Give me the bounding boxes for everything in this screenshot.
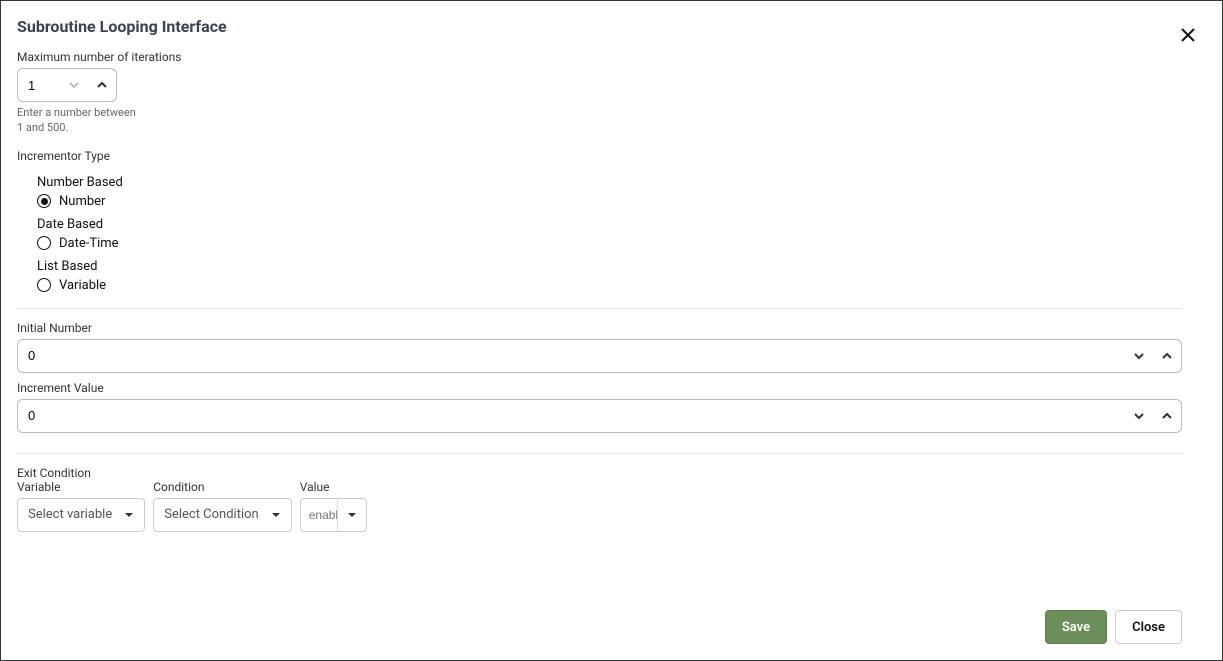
- increment-value-field: Increment Value: [17, 381, 1182, 433]
- modal-footer: Save Close: [17, 598, 1182, 644]
- max-iterations-input[interactable]: [18, 69, 60, 101]
- exit-value-label: Value: [300, 480, 367, 494]
- group-heading-number-based: Number Based: [37, 175, 1182, 190]
- radio-dot-icon: [37, 236, 51, 250]
- radio-dot-icon: [37, 194, 51, 208]
- radio-datetime-label: Date-Time: [59, 236, 119, 251]
- close-icon[interactable]: [1176, 23, 1200, 47]
- chevron-down-icon[interactable]: [1125, 400, 1153, 432]
- group-heading-list-based: List Based: [37, 259, 1182, 274]
- exit-condition-select[interactable]: Select Condition: [153, 498, 292, 532]
- subroutine-looping-modal: Subroutine Looping Interface Maximum num…: [0, 0, 1223, 661]
- radio-variable[interactable]: Variable: [37, 278, 1182, 293]
- section-divider: [17, 308, 1182, 309]
- exit-variable-placeholder: Select variable: [28, 507, 112, 522]
- increment-value-input[interactable]: [18, 400, 1125, 432]
- radio-number-label: Number: [59, 194, 105, 209]
- caret-down-icon: [271, 510, 281, 520]
- radio-number[interactable]: Number: [37, 194, 1182, 209]
- exit-value-input[interactable]: [301, 508, 337, 522]
- exit-variable-field: Variable Select variable: [17, 480, 145, 532]
- exit-condition-label: Exit Condition: [17, 466, 1182, 480]
- incrementor-type-label: Incrementor Type: [17, 149, 1182, 163]
- chevron-up-icon[interactable]: [1153, 400, 1181, 432]
- exit-value-field: Value: [300, 480, 367, 532]
- save-button[interactable]: Save: [1045, 610, 1107, 644]
- caret-down-icon: [347, 510, 357, 520]
- max-iterations-field: Maximum number of iterations Enter a num…: [17, 50, 1182, 136]
- chevron-down-icon[interactable]: [60, 69, 88, 101]
- initial-number-label: Initial Number: [17, 321, 1182, 335]
- section-divider: [17, 453, 1182, 454]
- increment-value-spinner: [17, 399, 1182, 433]
- chevron-up-icon[interactable]: [88, 69, 116, 101]
- max-iterations-spinner: [17, 68, 117, 102]
- max-iterations-helper: Enter a number between 1 and 500.: [17, 106, 137, 136]
- radio-dot-icon: [37, 278, 51, 292]
- exit-value-dropdown[interactable]: [338, 510, 366, 520]
- exit-variable-label: Variable: [17, 480, 145, 494]
- exit-condition-field: Condition Select Condition: [153, 480, 292, 532]
- exit-condition-sublabel: Condition: [153, 480, 292, 494]
- initial-number-spinner: [17, 339, 1182, 373]
- incrementor-type-group: Number Based Number Date Based Date-Time…: [17, 167, 1182, 296]
- exit-value-combo: [300, 498, 367, 532]
- chevron-down-icon[interactable]: [1125, 340, 1153, 372]
- increment-value-label: Increment Value: [17, 381, 1182, 395]
- initial-number-input[interactable]: [18, 340, 1125, 372]
- max-iterations-label: Maximum number of iterations: [17, 50, 1182, 64]
- initial-number-field: Initial Number: [17, 321, 1182, 373]
- exit-condition-placeholder: Select Condition: [164, 507, 259, 522]
- chevron-up-icon[interactable]: [1153, 340, 1181, 372]
- modal-title: Subroutine Looping Interface: [17, 17, 1182, 36]
- radio-datetime[interactable]: Date-Time: [37, 236, 1182, 251]
- close-button[interactable]: Close: [1115, 610, 1182, 644]
- exit-variable-select[interactable]: Select variable: [17, 498, 145, 532]
- exit-condition-row: Variable Select variable Condition Selec…: [17, 480, 1182, 532]
- radio-variable-label: Variable: [59, 278, 106, 293]
- caret-down-icon: [124, 510, 134, 520]
- group-heading-date-based: Date Based: [37, 217, 1182, 232]
